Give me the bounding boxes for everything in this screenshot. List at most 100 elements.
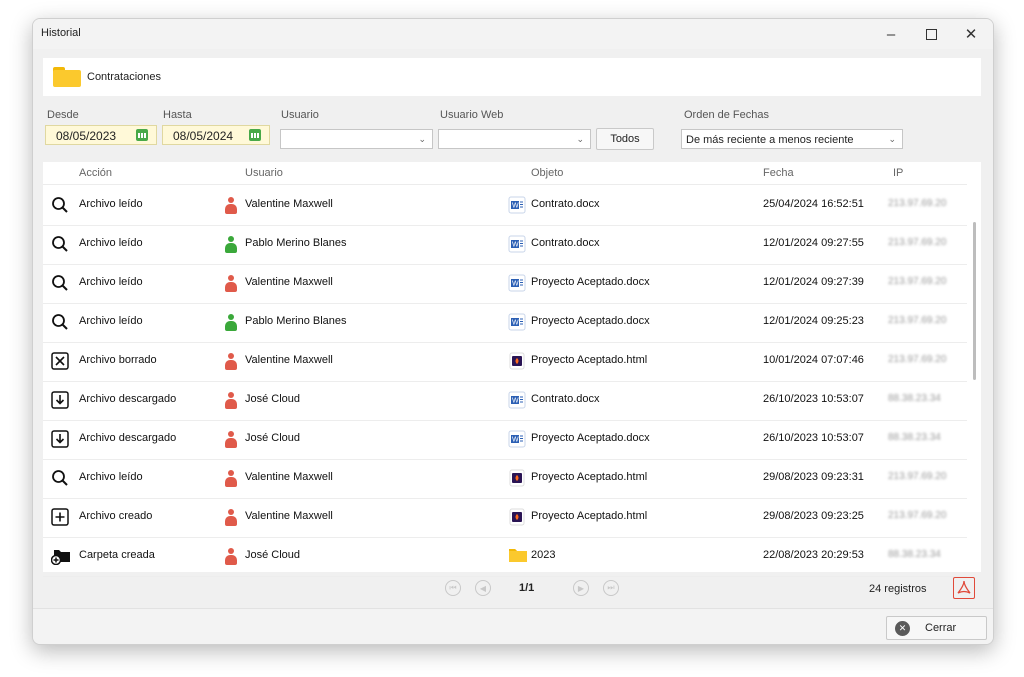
fecha-cell: 25/04/2024 16:52:51 xyxy=(763,198,864,210)
header-ip[interactable]: IP xyxy=(893,167,903,179)
ip-cell: 213.97.69.20 xyxy=(888,276,947,287)
cerrar-button[interactable]: ✕ Cerrar xyxy=(886,616,987,640)
html-file-icon xyxy=(508,352,526,370)
user-icon xyxy=(225,548,237,566)
fecha-cell: 26/10/2023 10:53:07 xyxy=(763,432,864,444)
html-file-icon xyxy=(508,469,526,487)
ip-cell: 88.38.23.34 xyxy=(888,432,941,443)
add-box-icon xyxy=(51,508,69,526)
table-row[interactable]: Archivo descargado José Cloud W Proyecto Ac… xyxy=(43,420,967,460)
chevron-down-icon: ⌄ xyxy=(576,134,584,144)
close-window-button[interactable]: ✕ xyxy=(951,19,991,49)
usuario-web-select[interactable]: ⌄ xyxy=(438,129,591,149)
hasta-label: Hasta xyxy=(163,109,192,121)
desde-date-field[interactable]: 08/05/2023 xyxy=(45,125,157,145)
objeto-cell: Proyecto Aceptado.docx xyxy=(531,432,650,444)
usuario-cell: Valentine Maxwell xyxy=(245,471,333,483)
ip-cell: 213.97.69.20 xyxy=(888,510,947,521)
usuario-cell: José Cloud xyxy=(245,393,301,405)
header-usuario[interactable]: Usuario xyxy=(245,167,283,179)
orden-select[interactable]: De más reciente a menos reciente ⌄ xyxy=(681,129,903,149)
title-bar: Historial – ✕ xyxy=(33,19,993,49)
header-accion[interactable]: Acción xyxy=(79,167,112,179)
hasta-value: 08/05/2024 xyxy=(173,129,234,143)
download-icon xyxy=(51,430,69,448)
usuario-web-label: Usuario Web xyxy=(440,109,504,121)
footer: ✕ Cerrar xyxy=(33,608,993,644)
table-row[interactable]: Carpeta creada José Cloud 2023 22/08/2023 2… xyxy=(43,537,967,577)
user-icon xyxy=(225,197,237,215)
svg-text:W: W xyxy=(512,398,519,405)
usuario-cell: Valentine Maxwell xyxy=(245,510,333,522)
todos-button[interactable]: Todos xyxy=(596,128,654,150)
table-row[interactable]: Archivo descargado José Cloud W Contrato.do… xyxy=(43,381,967,421)
table-row[interactable]: Archivo leído Valentine Maxwell W Proyecto … xyxy=(43,264,967,304)
vertical-scrollbar[interactable] xyxy=(973,222,976,380)
close-circle-icon: ✕ xyxy=(895,620,910,636)
window-title: Historial xyxy=(41,27,81,39)
ip-cell: 88.38.23.34 xyxy=(888,393,941,404)
fecha-cell: 10/01/2024 07:07:46 xyxy=(763,354,864,366)
accion-cell: Archivo leído xyxy=(79,237,143,249)
header-fecha[interactable]: Fecha xyxy=(763,167,794,179)
table-row[interactable]: Archivo leído Valentine Maxwell W Contrato.… xyxy=(43,186,967,226)
table-row[interactable]: Archivo leído Pablo Merino Blanes W Contrat… xyxy=(43,225,967,265)
ip-cell: 213.97.69.20 xyxy=(888,315,947,326)
search-icon xyxy=(51,274,69,292)
user-icon xyxy=(225,236,237,254)
maximize-button[interactable] xyxy=(911,19,951,49)
accion-cell: Archivo leído xyxy=(79,198,143,210)
folder-icon xyxy=(53,67,81,87)
fecha-cell: 26/10/2023 10:53:07 xyxy=(763,393,864,405)
fecha-cell: 29/08/2023 09:23:31 xyxy=(763,471,864,483)
chevron-down-icon: ⌄ xyxy=(888,134,896,144)
objeto-cell: Contrato.docx xyxy=(531,237,600,249)
word-doc-icon: W xyxy=(508,313,526,331)
usuario-cell: José Cloud xyxy=(245,432,301,444)
word-doc-icon: W xyxy=(508,391,526,409)
user-icon xyxy=(225,470,237,488)
hasta-date-field[interactable]: 08/05/2024 xyxy=(162,125,270,145)
pdf-export-icon[interactable] xyxy=(953,577,975,599)
accion-cell: Archivo descargado xyxy=(79,393,177,405)
objeto-cell: 2023 xyxy=(531,549,556,561)
user-icon xyxy=(225,275,237,293)
usuario-cell: Valentine Maxwell xyxy=(245,198,333,210)
usuario-select[interactable]: ⌄ xyxy=(280,129,433,149)
search-icon xyxy=(51,469,69,487)
first-page-icon[interactable]: ⏮ xyxy=(445,580,461,596)
minimize-button[interactable]: – xyxy=(871,19,911,49)
orden-value: De más reciente a menos reciente xyxy=(686,134,854,146)
svg-text:W: W xyxy=(512,203,519,210)
folder-icon xyxy=(508,547,527,565)
ip-cell: 213.97.69.20 xyxy=(888,471,947,482)
maximize-icon xyxy=(925,28,937,40)
calendar-icon[interactable] xyxy=(249,129,261,141)
table-row[interactable]: Archivo leído Valentine Maxwell Proyecto A… xyxy=(43,459,967,499)
fecha-cell: 22/08/2023 20:29:53 xyxy=(763,549,864,561)
user-icon xyxy=(225,353,237,371)
folder-name: Contrataciones xyxy=(87,71,161,83)
table-row[interactable]: Archivo borrado Valentine Maxwell Proyecto… xyxy=(43,342,967,382)
last-page-icon[interactable]: ⏭ xyxy=(603,580,619,596)
svg-text:W: W xyxy=(512,320,519,327)
accion-cell: Archivo borrado xyxy=(79,354,157,366)
next-page-icon[interactable]: ▶ xyxy=(573,580,589,596)
table-row[interactable]: Archivo leído Pablo Merino Blanes W Proyect… xyxy=(43,303,967,343)
table-row[interactable]: Archivo creado Valentine Maxwell Proyecto … xyxy=(43,498,967,538)
objeto-cell: Contrato.docx xyxy=(531,393,600,405)
header-objeto[interactable]: Objeto xyxy=(531,167,563,179)
ip-cell: 213.97.69.20 xyxy=(888,198,947,209)
cerrar-label: Cerrar xyxy=(925,622,957,634)
previous-page-icon[interactable]: ◀ xyxy=(475,580,491,596)
accion-cell: Archivo leído xyxy=(79,276,143,288)
calendar-icon[interactable] xyxy=(136,129,148,141)
html-file-icon xyxy=(508,508,526,526)
user-icon xyxy=(225,392,237,410)
orden-label: Orden de Fechas xyxy=(684,109,769,121)
objeto-cell: Proyecto Aceptado.html xyxy=(531,510,648,522)
accion-cell: Archivo descargado xyxy=(79,432,177,444)
accion-cell: Archivo creado xyxy=(79,510,153,522)
svg-text:W: W xyxy=(512,242,519,249)
fecha-cell: 12/01/2024 09:27:55 xyxy=(763,237,864,249)
